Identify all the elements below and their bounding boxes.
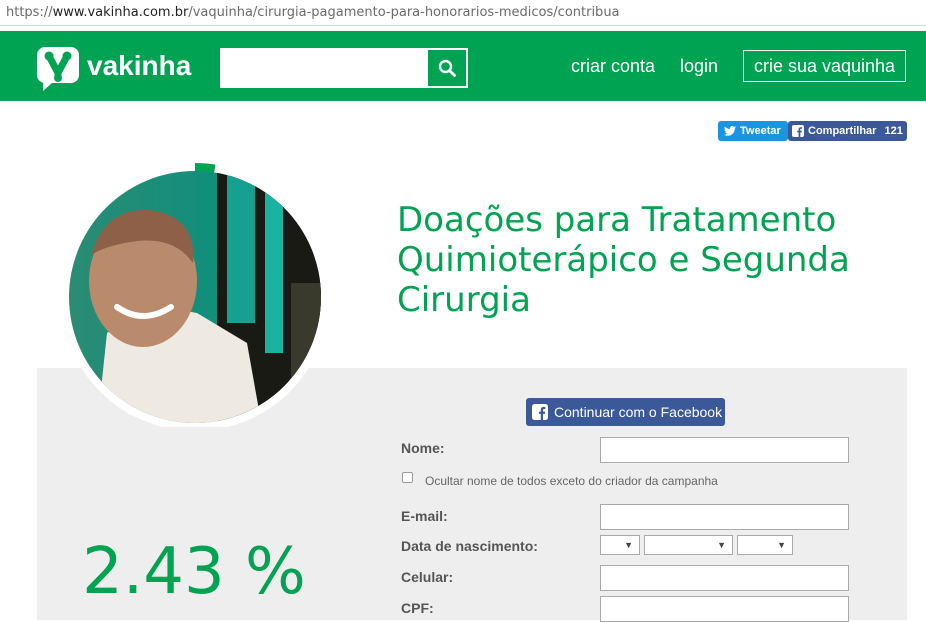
hide-name-checkbox[interactable] [402, 472, 413, 483]
logo-v-icon [37, 47, 79, 91]
continue-with-facebook-label: Continuar com o Facebook [554, 404, 723, 420]
cpf-field[interactable] [600, 596, 849, 622]
campaign-title: Doações para Tratamento Quimioterápico e… [397, 200, 850, 320]
logo-text: vakinha [87, 50, 192, 81]
tweet-button[interactable]: Tweetar [718, 121, 788, 141]
chevron-down-icon: ▼ [624, 540, 633, 550]
hide-name-label: Ocultar nome de todos exceto do criador … [425, 474, 718, 488]
cpf-label: CPF: [401, 600, 434, 616]
birthdate-label: Data de nascimento: [401, 538, 538, 554]
birth-day-select[interactable]: ▼ [600, 535, 640, 555]
chevron-down-icon: ▼ [717, 540, 726, 550]
continue-with-facebook-button[interactable]: Continuar com o Facebook [526, 398, 725, 426]
url-host: www.vakinha.com.br [52, 5, 189, 20]
phone-label: Celular: [401, 569, 454, 585]
name-label: Nome: [401, 440, 445, 456]
email-field[interactable] [600, 504, 849, 530]
progress-percentage: 2.43 % [82, 535, 306, 609]
top-navigation: vakinha criar conta login crie sua vaqui… [0, 31, 926, 101]
facebook-share-label: Compartilhar [808, 125, 877, 137]
name-field[interactable] [600, 437, 849, 463]
birth-year-select[interactable]: ▼ [737, 535, 793, 555]
share-count: 121 [884, 125, 903, 137]
search-input[interactable] [220, 48, 426, 88]
birth-month-select[interactable]: ▼ [644, 535, 733, 555]
facebook-share-button[interactable]: Compartilhar 121 [788, 121, 907, 141]
tweet-label: Tweetar [740, 125, 781, 137]
search-button[interactable] [426, 48, 468, 88]
browser-address-bar[interactable]: https://www.vakinha.com.br/vaquinha/ciru… [0, 0, 926, 26]
search-bar [220, 48, 468, 88]
campaign-photo [69, 171, 321, 423]
facebook-icon [792, 125, 804, 137]
create-campaign-button[interactable]: crie sua vaquinha [743, 50, 906, 82]
url-scheme: https:// [6, 5, 53, 20]
url-path: /vaquinha/cirurgia-pagamento-para-honora… [188, 5, 620, 20]
chevron-down-icon: ▼ [777, 540, 786, 550]
create-account-link[interactable]: criar conta [571, 55, 655, 77]
login-link[interactable]: login [680, 55, 718, 77]
email-label: E-mail: [401, 508, 448, 524]
logo[interactable]: vakinha [37, 47, 197, 91]
twitter-bird-icon [724, 126, 736, 136]
search-icon [438, 59, 456, 77]
phone-field[interactable] [600, 565, 849, 591]
campaign-progress-ring [61, 163, 329, 427]
facebook-icon [532, 404, 548, 420]
